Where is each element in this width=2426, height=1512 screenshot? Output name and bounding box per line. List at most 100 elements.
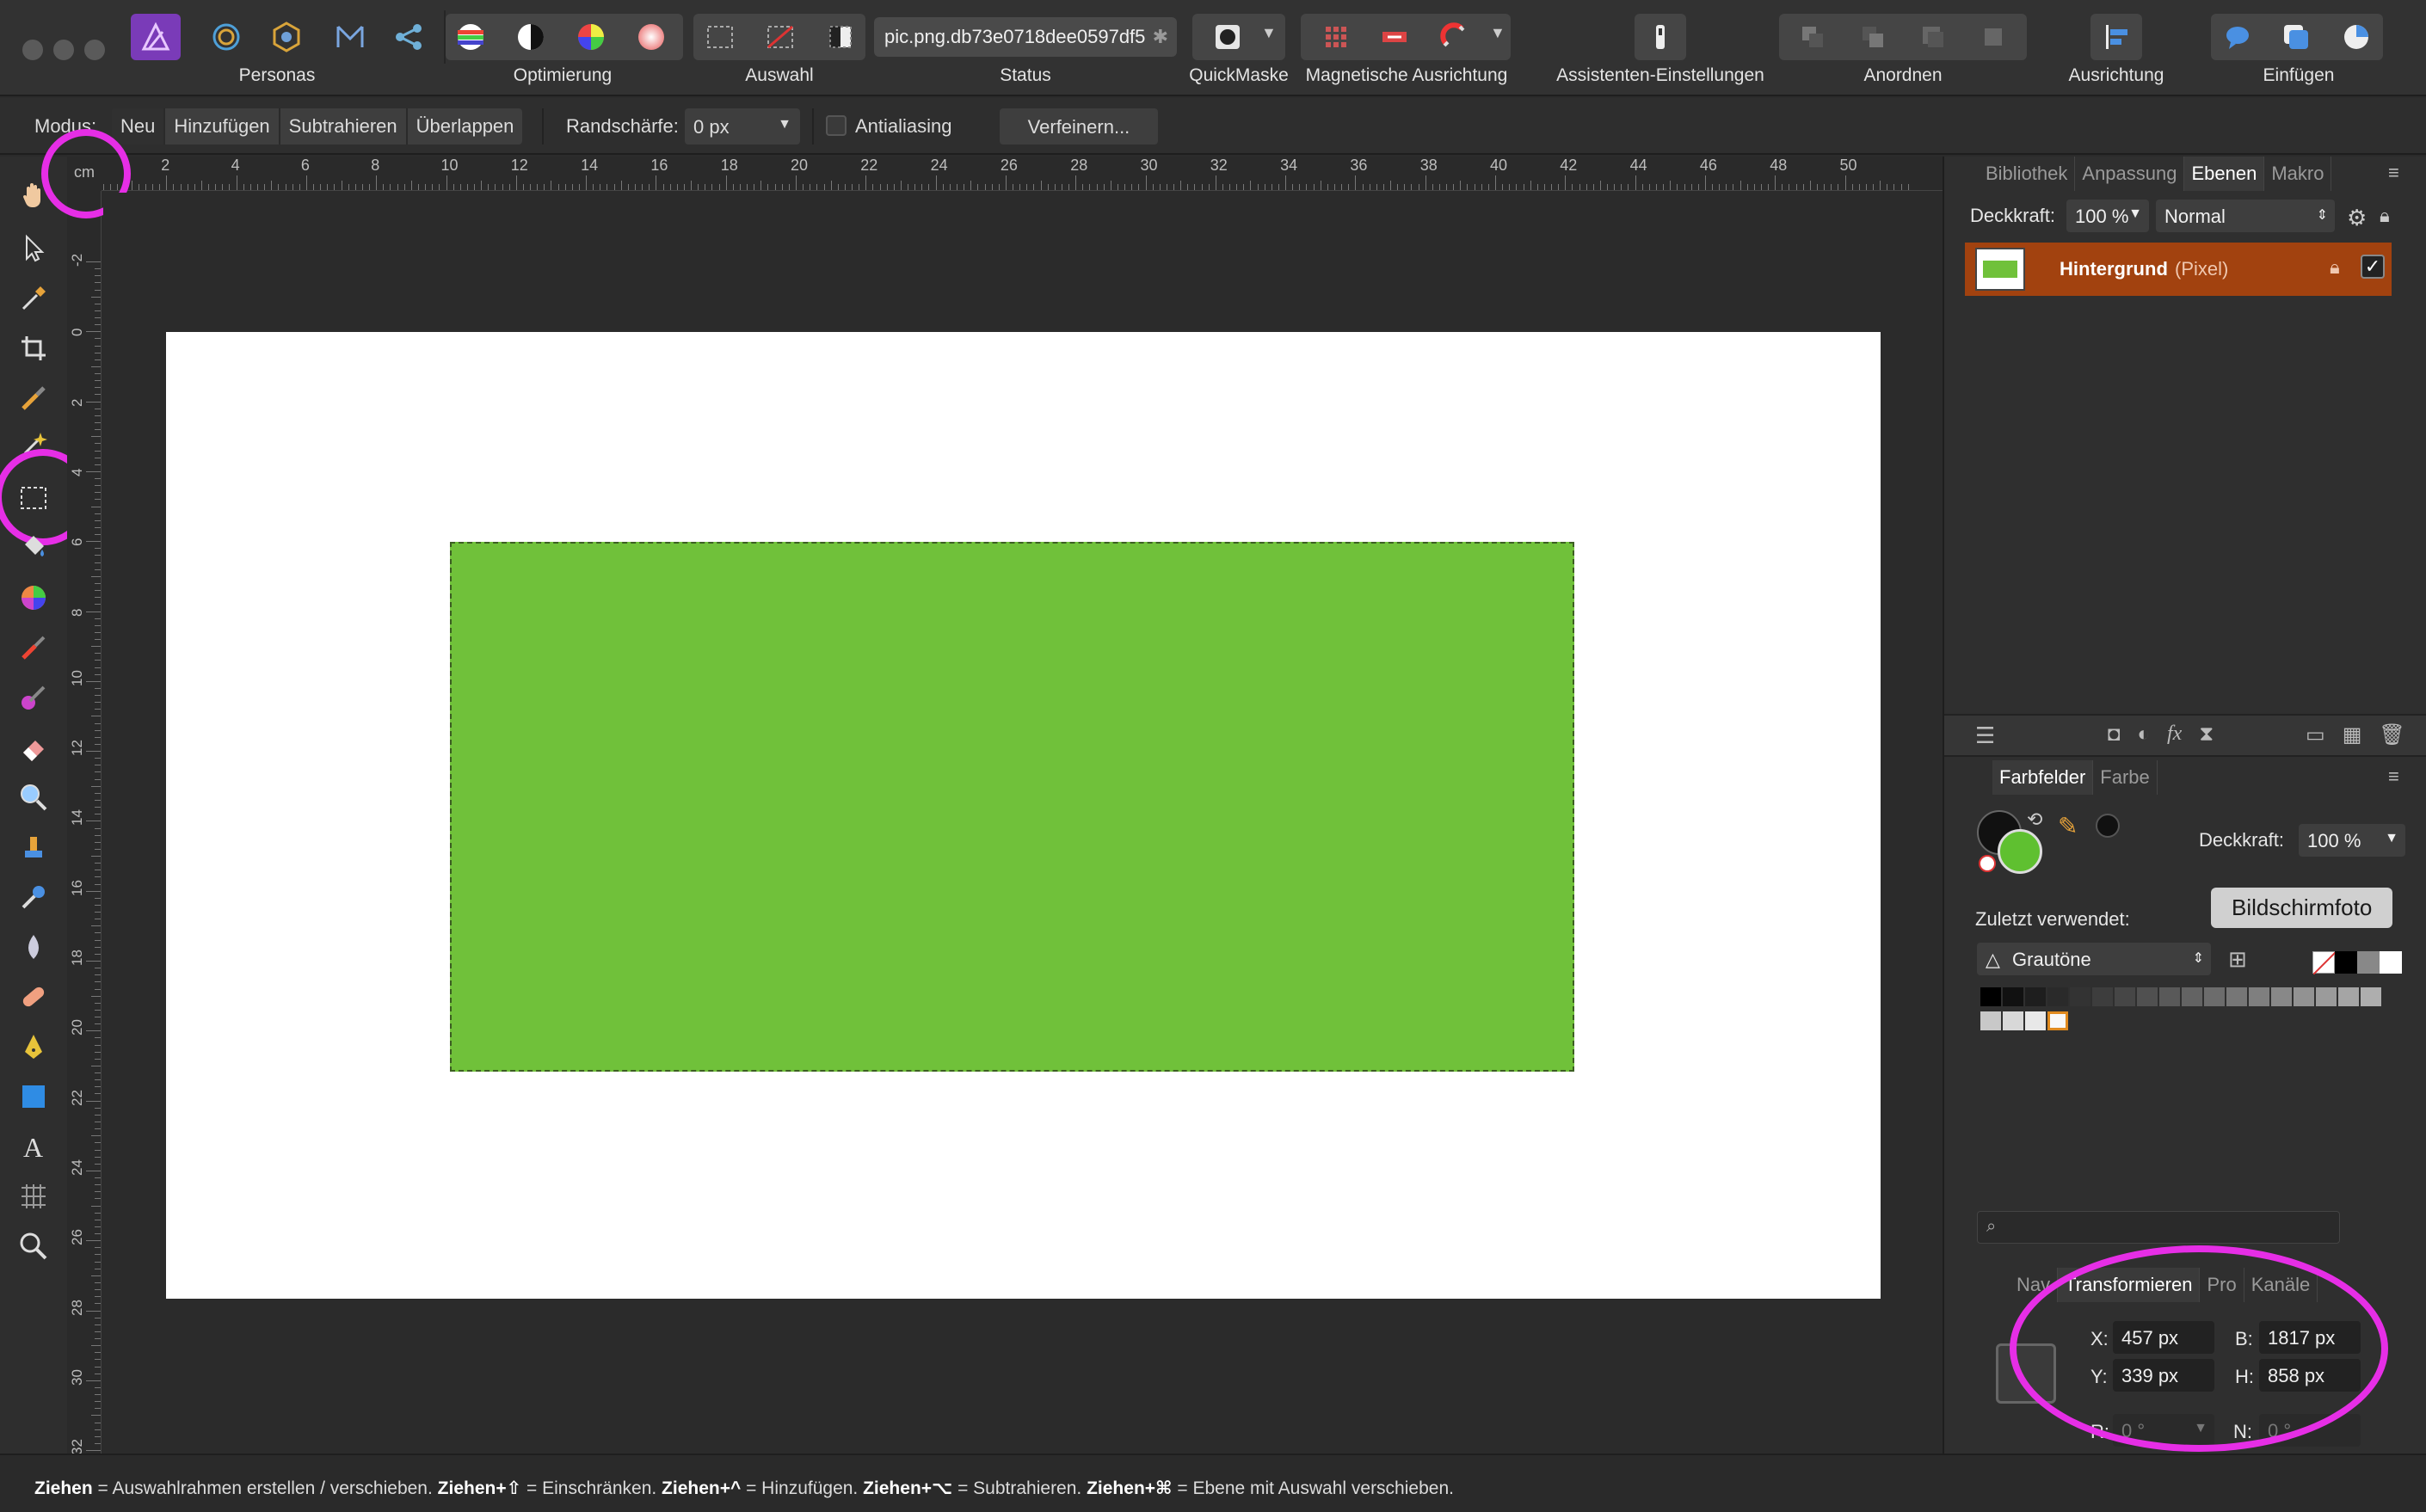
layer-locked-icon[interactable]: 🔒︎ (2330, 256, 2340, 279)
add-swatch-icon[interactable]: ⊞ (2228, 946, 2247, 973)
gray-swatch[interactable] (1980, 987, 2001, 1006)
window-close-button[interactable] (22, 40, 43, 60)
layer-visibility-checkbox[interactable]: ✓ (2361, 255, 2385, 279)
gray-swatch[interactable] (2249, 987, 2269, 1006)
gray-swatch[interactable] (2271, 987, 2292, 1006)
gray-swatch[interactable] (1980, 1011, 2001, 1030)
paint-brush-tool-icon[interactable] (14, 628, 53, 667)
text-tool-icon[interactable]: A (14, 1127, 53, 1166)
auto-levels-icon[interactable] (446, 14, 496, 60)
add-live-filter-icon[interactable]: ⧗ (2199, 722, 2214, 747)
move-to-front-icon[interactable] (1968, 14, 2018, 60)
healing-tool-icon[interactable] (14, 977, 53, 1017)
gray-swatch[interactable] (2357, 951, 2380, 974)
blend-mode-select[interactable]: Normal ⇕ (2156, 200, 2335, 232)
tab-library[interactable]: Bibliothek (1979, 157, 2076, 191)
gray-swatch[interactable] (2316, 987, 2337, 1006)
move-back-icon[interactable] (1848, 14, 1898, 60)
swap-colors-icon[interactable]: ⟲ (2027, 808, 2042, 831)
window-zoom-button[interactable] (84, 40, 105, 60)
gray-swatch[interactable] (2003, 1011, 2023, 1030)
swatch-search-input[interactable]: ⌕ (1977, 1211, 2340, 1244)
no-color-icon[interactable] (1979, 855, 1996, 872)
selection-brush-tool-icon[interactable] (14, 378, 53, 418)
horizontal-ruler[interactable]: 0246810121416182022242628303234363840424… (67, 157, 1943, 191)
select-all-icon[interactable] (695, 14, 745, 60)
gray-swatch[interactable] (2070, 987, 2090, 1006)
add-mask-icon[interactable]: ◘ (2108, 722, 2121, 747)
layer-lock-icon[interactable]: 🔒︎ (2380, 205, 2390, 227)
add-pixel-layer-icon[interactable]: ▦ (2343, 722, 2362, 747)
document-title-field[interactable]: pic.png.db73e0718dee0597df5 ✱ (874, 17, 1177, 57)
swatch-opacity-field[interactable]: 100 % ▼ (2299, 824, 2405, 857)
mode-new-button[interactable]: Neu (112, 108, 166, 144)
antialias-checkbox[interactable] (826, 115, 847, 136)
grid-snap-icon[interactable] (1311, 14, 1361, 60)
snapping-dropdown-icon[interactable]: ▼ (1490, 24, 1505, 42)
mode-subtract-button[interactable]: Subtrahieren (280, 108, 408, 144)
gray-swatch[interactable] (2226, 987, 2247, 1006)
zoom-tool-icon[interactable] (14, 1226, 53, 1266)
auto-contrast-icon[interactable] (506, 14, 556, 60)
picked-color-swatch[interactable] (2096, 814, 2120, 838)
tab-layers[interactable]: Ebenen (2184, 157, 2265, 191)
tab-color[interactable]: Farbe (2093, 760, 2158, 795)
gray-swatch[interactable] (2025, 1011, 2046, 1030)
gray-swatch[interactable] (2047, 1011, 2068, 1030)
mode-intersect-button[interactable]: Überlappen (408, 108, 523, 144)
gray-swatch[interactable] (2338, 987, 2359, 1006)
window-minimize-button[interactable] (53, 40, 74, 60)
tab-swatches[interactable]: Farbfelder (1992, 760, 2094, 795)
vertical-ruler[interactable]: -2 0 2 4 6 8 10 12 14 16 18 20 22 24 26 28 30 32 (67, 191, 102, 1454)
assistant-icon[interactable] (1635, 14, 1685, 60)
rectangle-tool-icon[interactable] (14, 1077, 53, 1116)
magnet-icon[interactable] (1430, 14, 1480, 60)
align-icon[interactable] (2091, 14, 2141, 60)
clone-tool-icon[interactable] (14, 827, 53, 867)
crop-tool-icon[interactable] (14, 329, 53, 368)
invert-selection-icon[interactable] (816, 14, 865, 60)
color-picker-icon[interactable]: ✎ (2058, 812, 2078, 840)
move-to-back-icon[interactable] (1788, 14, 1838, 60)
insert-bubble-icon[interactable] (2213, 14, 2263, 60)
layer-row-hintergrund[interactable]: Hintergrund (Pixel) 🔒︎ ✓ (1965, 243, 2392, 296)
quickmask-dropdown-icon[interactable]: ▼ (1261, 24, 1277, 42)
gray-swatch[interactable] (2294, 987, 2314, 1006)
gray-swatch[interactable] (2025, 987, 2046, 1006)
eraser-tool-icon[interactable] (14, 728, 53, 767)
none-swatch[interactable] (2312, 951, 2336, 974)
tone-mapping-persona-icon[interactable] (325, 14, 375, 60)
move-forward-icon[interactable] (1908, 14, 1958, 60)
swatch-panel-menu-icon[interactable]: ≡ (2388, 765, 2416, 788)
blemish-tool-icon[interactable] (14, 877, 53, 917)
color-replacement-tool-icon[interactable] (14, 678, 53, 717)
develop-persona-icon[interactable] (262, 14, 311, 60)
add-adjustment-icon[interactable]: ◐ (2138, 722, 2151, 747)
feather-field[interactable]: 0 px ▼ (685, 108, 800, 144)
move-tool-icon[interactable] (14, 229, 53, 268)
blur-tool-icon[interactable] (14, 927, 53, 967)
refine-button[interactable]: Verfeinern... (1000, 108, 1158, 144)
gray-swatch[interactable] (2115, 987, 2135, 1006)
auto-white-balance-icon[interactable] (626, 14, 676, 60)
fill-tool-icon[interactable] (14, 526, 53, 566)
align-snap-icon[interactable] (1370, 14, 1419, 60)
gray-swatch[interactable] (2361, 987, 2381, 1006)
mesh-warp-tool-icon[interactable] (14, 1177, 53, 1216)
gray-swatch[interactable] (2047, 987, 2068, 1006)
gray-swatch[interactable] (2092, 987, 2113, 1006)
gray-swatch[interactable] (2003, 987, 2023, 1006)
white-swatch[interactable] (2380, 951, 2402, 974)
green-rectangle-selection[interactable] (450, 542, 1574, 1072)
mode-add-button[interactable]: Hinzufügen (165, 108, 280, 144)
add-group-icon[interactable]: ▭ (2306, 722, 2325, 747)
insert-shape-icon[interactable] (2331, 14, 2381, 60)
gradient-tool-icon[interactable] (14, 578, 53, 618)
photo-persona-icon[interactable] (131, 14, 181, 60)
liquify-persona-icon[interactable] (201, 14, 251, 60)
deselect-icon[interactable] (755, 14, 805, 60)
gray-swatch[interactable] (2182, 987, 2202, 1006)
tab-macro[interactable]: Makro (2264, 157, 2332, 191)
auto-colors-icon[interactable] (566, 14, 616, 60)
layer-settings-gear-icon[interactable]: ⚙ (2347, 205, 2367, 231)
